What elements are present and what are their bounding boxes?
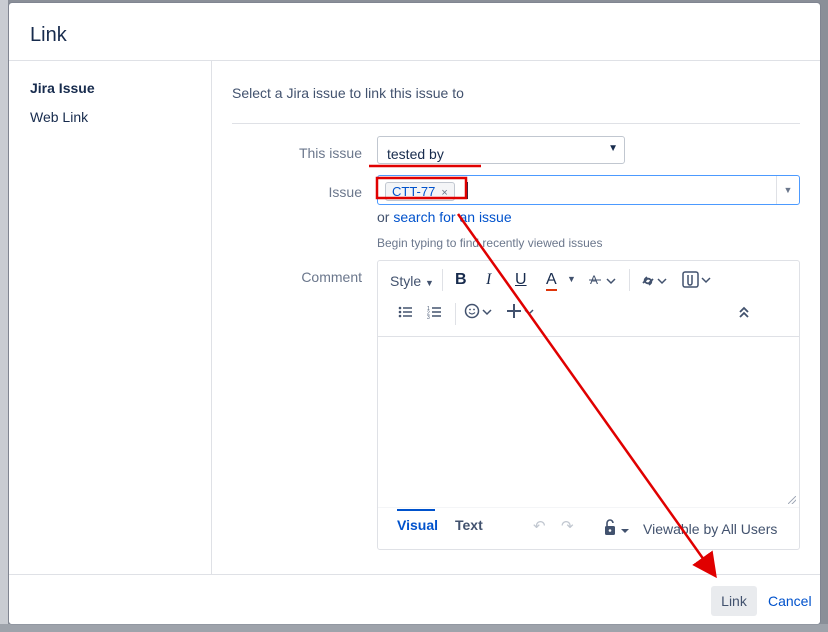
text-color-chevron-icon[interactable]: ▼ — [567, 274, 576, 284]
attachment-icon[interactable] — [681, 270, 713, 290]
link-type-value: tested by — [387, 146, 444, 162]
search-issue-line: or search for an issue — [377, 209, 512, 225]
chevron-down-icon: ▼ — [425, 278, 434, 288]
text-caret — [467, 182, 468, 199]
dialog-title: Link — [30, 24, 67, 46]
cancel-button[interactable]: Cancel — [768, 593, 812, 609]
visibility-label[interactable]: Viewable by All Users — [643, 521, 777, 537]
link-button[interactable]: Link — [711, 586, 757, 616]
bold-button[interactable]: B — [455, 271, 467, 289]
divider — [232, 123, 800, 124]
nav-item-jira-issue[interactable]: Jira Issue — [30, 80, 95, 96]
toolbar-separator — [455, 303, 456, 325]
text-formatting-menu-icon[interactable]: A — [589, 271, 619, 291]
emoji-icon[interactable] — [464, 303, 494, 321]
search-prefix: or — [377, 209, 390, 225]
editor-toolbar-row-2: 123 — [378, 297, 799, 329]
issue-token[interactable]: CTT-77 × — [385, 182, 455, 201]
link-dialog: Link Jira Issue Web Link Select a Jira i… — [9, 3, 820, 624]
search-for-issue-link[interactable]: search for an issue — [393, 209, 511, 225]
dialog-nav: Jira Issue Web Link — [9, 61, 212, 574]
issue-label: Issue — [328, 184, 362, 200]
toolbar-separator — [442, 269, 443, 291]
dialog-header: Link — [9, 3, 820, 61]
text-color-button[interactable]: A — [546, 271, 557, 291]
tab-text[interactable]: Text — [455, 517, 483, 533]
style-label: Style — [390, 273, 422, 289]
editor-footer: Visual Text ↶ ↷ Viewable by All Users — [378, 509, 799, 549]
editor-toolbar-row-1: Style ▼ B I U A ▼ A — [378, 263, 799, 295]
comment-editor: Style ▼ B I U A ▼ A 1 2 3 Visual Text ↶ … — [377, 260, 800, 550]
insert-more-icon[interactable] — [507, 303, 537, 321]
collapse-toolbar-icon[interactable] — [738, 305, 750, 319]
numbered-list-icon[interactable]: 123 — [427, 305, 443, 319]
dialog-footer: Link Cancel — [9, 574, 820, 624]
undo-icon[interactable]: ↶ — [533, 517, 546, 535]
active-tab-indicator — [397, 509, 435, 511]
bullet-list-icon[interactable] — [398, 305, 414, 319]
picker-dropdown-icon[interactable]: ▼ — [776, 176, 799, 204]
link-icon[interactable] — [639, 271, 669, 291]
this-issue-label: This issue — [298, 145, 362, 161]
resize-grip-icon[interactable] — [788, 496, 796, 504]
toolbar-separator — [629, 269, 630, 291]
italic-button[interactable]: I — [486, 271, 491, 289]
comment-label: Comment — [301, 269, 362, 285]
tab-visual[interactable]: Visual — [397, 517, 438, 533]
dialog-body: Select a Jira issue to link this issue t… — [212, 61, 820, 574]
redo-icon[interactable]: ↷ — [561, 517, 574, 535]
caret-down-icon: ▼ — [608, 143, 618, 154]
issue-picker-input[interactable]: CTT-77 × ▼ — [377, 175, 800, 205]
comment-textarea[interactable] — [378, 336, 799, 508]
issue-token-key: CTT-77 — [392, 184, 436, 199]
link-type-select[interactable]: tested by ▼ — [377, 136, 625, 164]
page-backdrop-bottom — [0, 624, 828, 632]
style-dropdown[interactable]: Style ▼ — [390, 273, 434, 289]
remove-token-icon[interactable]: × — [441, 187, 447, 199]
unlock-icon[interactable] — [603, 518, 633, 538]
underline-button[interactable]: U — [515, 271, 527, 289]
page-backdrop — [0, 0, 8, 632]
svg-text:3: 3 — [427, 315, 430, 319]
issue-hint: Begin typing to find recently viewed iss… — [377, 236, 603, 250]
intro-text: Select a Jira issue to link this issue t… — [232, 85, 464, 101]
nav-item-web-link[interactable]: Web Link — [30, 109, 88, 125]
